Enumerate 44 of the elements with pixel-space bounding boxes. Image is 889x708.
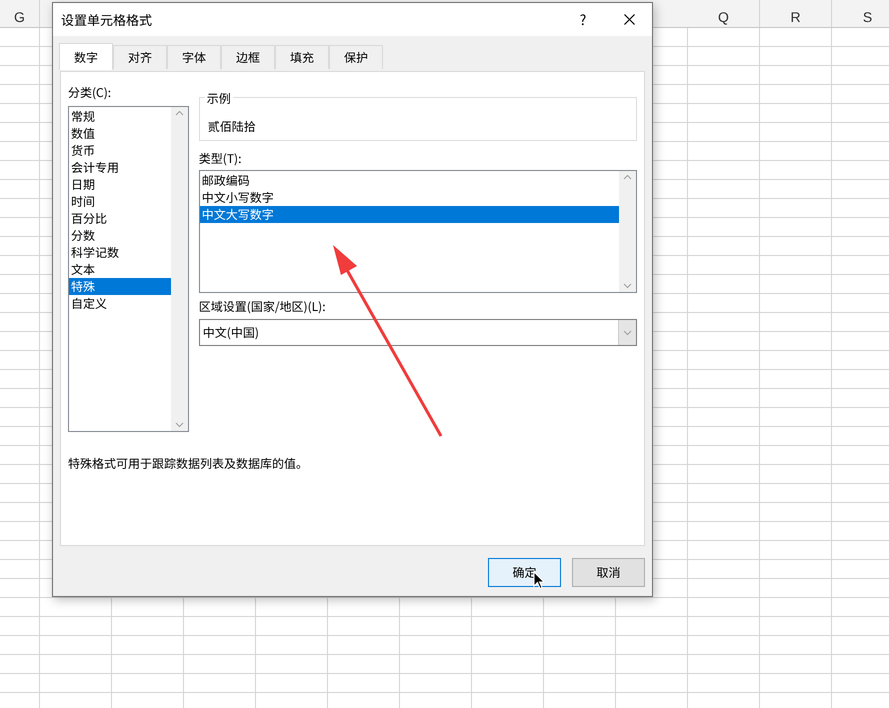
ok-button[interactable]: 确定 <box>488 558 561 587</box>
help-button[interactable]: ? <box>560 3 606 36</box>
list-item[interactable]: 科学记数 <box>69 244 171 261</box>
scroll-up-icon[interactable] <box>174 110 184 116</box>
tab[interactable]: 边框 <box>221 45 275 69</box>
category-label: 分类(C): <box>68 86 112 100</box>
scroll-up-icon[interactable] <box>623 174 632 180</box>
locale-dropdown[interactable]: 中文(中国) <box>198 319 637 346</box>
scrollbar[interactable] <box>619 171 636 292</box>
list-item[interactable]: 自定义 <box>69 295 171 312</box>
column-header[interactable]: R <box>760 0 832 27</box>
cancel-button[interactable]: 取消 <box>572 558 645 587</box>
list-item[interactable]: 分数 <box>69 227 171 244</box>
list-item[interactable]: 会计专用 <box>69 159 171 176</box>
close-icon <box>624 14 634 25</box>
type-label: 类型(T): <box>198 152 242 166</box>
list-item[interactable]: 百分比 <box>69 210 171 227</box>
list-item[interactable]: 常规 <box>69 108 171 125</box>
scrollbar[interactable] <box>170 107 188 431</box>
list-item[interactable]: 数值 <box>69 125 171 142</box>
list-item[interactable]: 中文小写数字 <box>200 189 619 206</box>
list-item[interactable]: 货币 <box>69 142 171 159</box>
column-header[interactable]: S <box>832 0 889 27</box>
list-item[interactable]: 时间 <box>69 193 171 210</box>
scroll-down-icon[interactable] <box>623 330 632 336</box>
tab[interactable]: 保护 <box>329 45 383 69</box>
tab[interactable]: 数字 <box>59 43 113 70</box>
description-text: 特殊格式可用于跟踪数据列表及数据库的值。 <box>68 455 310 472</box>
window-title: 设置单元格格式 <box>61 10 154 29</box>
group-legend: 示例 <box>204 90 233 107</box>
list-item[interactable]: 中文大写数字 <box>200 206 619 223</box>
list-item[interactable]: 邮政编码 <box>200 172 619 189</box>
list-item[interactable]: 特殊 <box>69 278 171 295</box>
tab[interactable]: 填充 <box>275 45 329 69</box>
scroll-down-icon[interactable] <box>174 422 184 428</box>
column-header[interactable]: Q <box>688 0 760 27</box>
tab[interactable]: 对齐 <box>113 45 167 69</box>
list-item[interactable]: 日期 <box>69 176 171 193</box>
column-header[interactable]: G <box>0 0 40 27</box>
list-item[interactable]: 文本 <box>69 261 171 278</box>
tab[interactable]: 字体 <box>167 45 221 69</box>
locale-label: 区域设置(国家/地区)(L): <box>198 300 327 314</box>
sample-value: 贰佰陆拾 <box>208 118 256 135</box>
scroll-down-icon[interactable] <box>623 283 632 289</box>
